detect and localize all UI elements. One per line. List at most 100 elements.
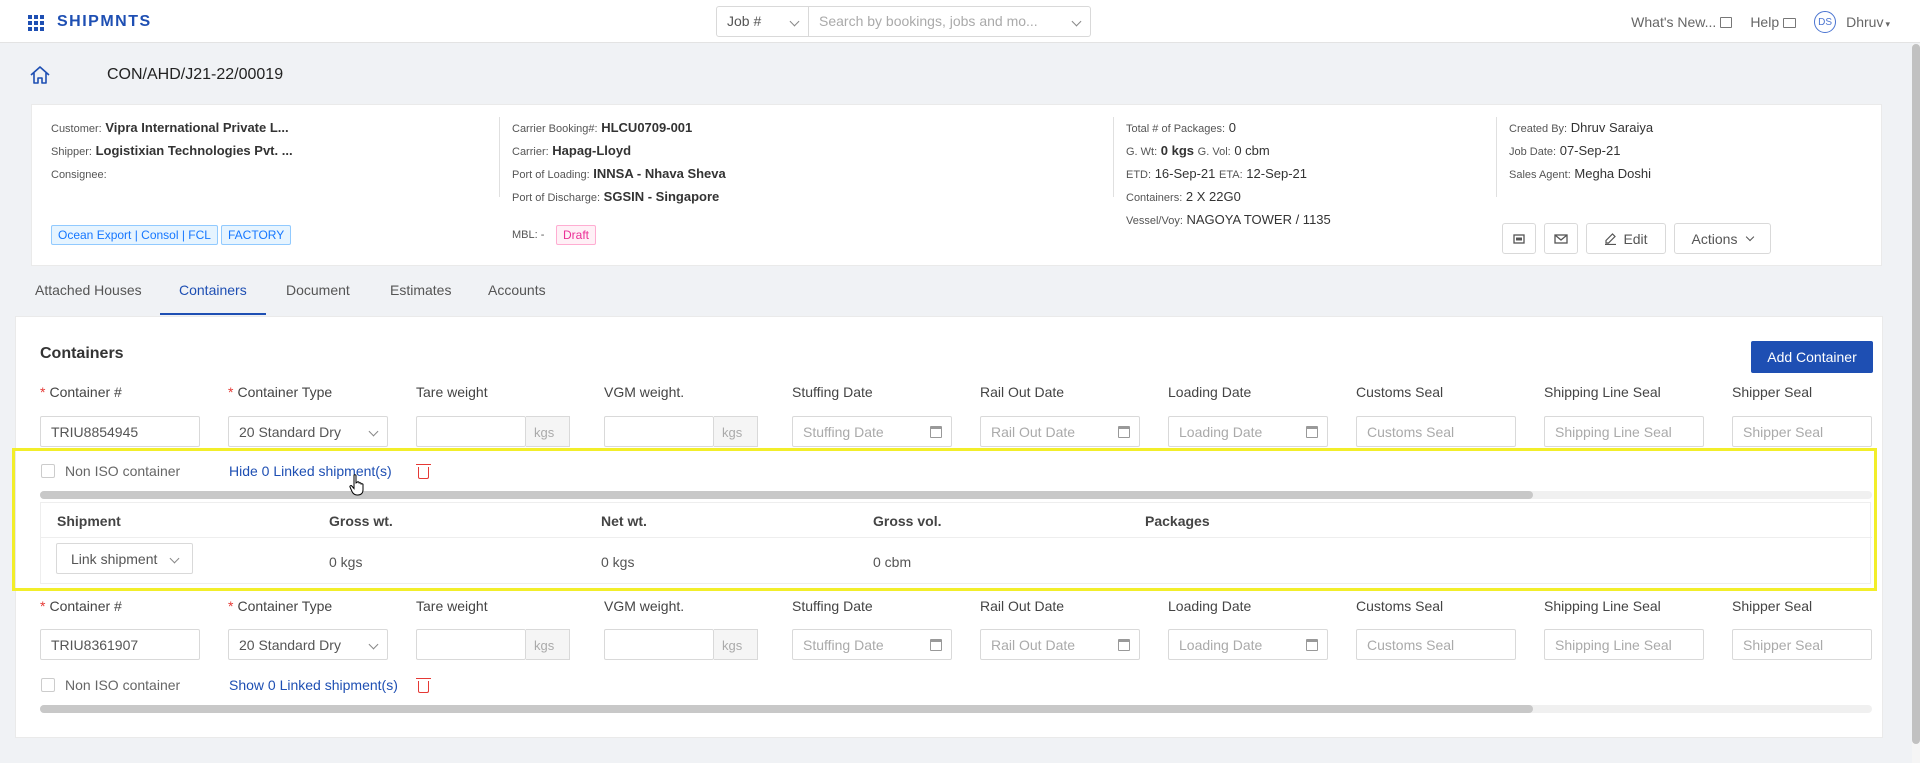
tare-weight-input[interactable] — [416, 416, 526, 447]
shipping-line-seal-input[interactable]: Shipping Line Seal — [1544, 416, 1704, 447]
chat-button[interactable] — [1502, 223, 1536, 254]
hand-cursor-icon — [349, 474, 364, 496]
user-menu[interactable]: Dhruv ▾ — [1846, 14, 1890, 30]
non-iso-checkbox-row[interactable]: Non ISO container — [41, 677, 180, 693]
job-date-label: Job Date: — [1509, 146, 1557, 158]
packages-label: Total # of Packages: — [1126, 123, 1226, 135]
job-tabs: Attached Houses Containers Document Esti… — [0, 270, 1920, 315]
loading-date-input[interactable]: Loading Date — [1168, 416, 1328, 447]
tab-accounts[interactable]: Accounts — [488, 282, 546, 298]
eta-value: 12-Sep-21 — [1246, 166, 1308, 181]
header-stuffing-date: Stuffing Date — [792, 384, 873, 400]
pod-value: SGSIN - Singapore — [603, 189, 720, 204]
divider — [1113, 117, 1114, 197]
search-input[interactable]: Search by bookings, jobs and mo... — [809, 6, 1091, 37]
calendar-icon — [1118, 639, 1130, 651]
linked-shipments-table: Shipment Gross wt. Net wt. Gross vol. Pa… — [40, 502, 1872, 584]
tab-estimates[interactable]: Estimates — [390, 282, 451, 298]
shipper-seal-input[interactable]: Shipper Seal — [1732, 416, 1872, 447]
scrollbar-thumb[interactable] — [40, 491, 1533, 499]
non-iso-checkbox-row[interactable]: Non ISO container — [41, 463, 180, 479]
container-type-select[interactable]: 20 Standard Dry — [228, 629, 388, 660]
delete-icon[interactable] — [416, 678, 431, 693]
containers-value: 2 X 22G0 — [1185, 189, 1241, 204]
customs-seal-input[interactable]: Customs Seal — [1356, 416, 1516, 447]
avatar[interactable]: DS — [1814, 11, 1837, 33]
shipper-seal-input[interactable]: Shipper Seal — [1732, 629, 1872, 660]
email-button[interactable] — [1544, 223, 1578, 254]
toggle-linked-shipments-link[interactable]: Hide 0 Linked shipment(s) — [229, 463, 392, 479]
calendar-icon — [1118, 426, 1130, 438]
edit-label: Edit — [1623, 230, 1648, 247]
container-number-input[interactable]: TRIU8361907 — [40, 629, 200, 660]
non-iso-checkbox[interactable] — [41, 678, 55, 692]
header-container-no: * Container # — [40, 384, 122, 400]
customs-seal-input[interactable]: Customs Seal — [1356, 629, 1516, 660]
chat-icon — [1783, 18, 1797, 28]
rail-out-date-input[interactable]: Rail Out Date — [980, 629, 1140, 660]
chevron-down-icon — [368, 639, 379, 650]
vgm-weight-input[interactable] — [604, 416, 714, 447]
whats-new-link[interactable]: What's New... — [1631, 14, 1733, 30]
job-date-value: 07-Sep-21 — [1559, 143, 1621, 158]
page-scrollbar-thumb[interactable] — [1912, 44, 1920, 744]
home-icon[interactable] — [29, 65, 51, 85]
header-tare-weight: Tare weight — [416, 598, 488, 614]
col-header-gross-wt: Gross wt. — [329, 513, 393, 529]
loading-date-input[interactable]: Loading Date — [1168, 629, 1328, 660]
link-shipment-select[interactable]: Link shipment — [56, 543, 193, 574]
tab-attached-houses[interactable]: Attached Houses — [35, 282, 142, 298]
factory-tag: FACTORY — [221, 225, 292, 245]
col-header-net-wt: Net wt. — [601, 513, 647, 529]
divider — [1496, 117, 1497, 197]
packages-value: 0 — [1228, 120, 1236, 135]
scrollbar-thumb[interactable] — [40, 705, 1533, 713]
search-filter-select[interactable]: Job # — [716, 6, 809, 37]
help-link[interactable]: Help — [1750, 14, 1797, 30]
delete-icon[interactable] — [416, 464, 431, 479]
non-iso-checkbox[interactable] — [41, 464, 55, 478]
created-by-label: Created By: — [1509, 123, 1568, 135]
apps-grid-icon[interactable] — [28, 15, 44, 31]
chevron-down-icon — [1071, 16, 1082, 27]
customer-value[interactable]: Vipra International Private L... — [105, 120, 288, 135]
consignee-label: Consignee: — [51, 169, 107, 181]
shipper-value[interactable]: Logistixian Technologies Pvt. ... — [96, 143, 293, 158]
calendar-icon — [930, 426, 942, 438]
carrier-booking-value: HLCU0709-001 — [601, 120, 693, 135]
calendar-icon — [1306, 426, 1318, 438]
divider — [41, 537, 1872, 538]
toggle-linked-shipments-link[interactable]: Show 0 Linked shipment(s) — [229, 677, 398, 693]
rail-out-date-input[interactable]: Rail Out Date — [980, 416, 1140, 447]
status-badge: Draft — [556, 225, 597, 245]
header-tare-weight: Tare weight — [416, 384, 488, 400]
edit-button[interactable]: Edit — [1586, 223, 1666, 254]
tab-document[interactable]: Document — [286, 282, 350, 298]
pol-value: INNSA - Nhava Sheva — [593, 166, 726, 181]
header-container-no: * Container # — [40, 598, 122, 614]
stuffing-date-input[interactable]: Stuffing Date — [792, 416, 952, 447]
brand-logo[interactable]: SHIPMNTS — [57, 13, 152, 31]
add-container-button[interactable]: Add Container — [1751, 341, 1873, 373]
etd-label: ETD: — [1126, 169, 1152, 181]
col-header-gross-vol: Gross vol. — [873, 513, 942, 529]
actions-button[interactable]: Actions — [1674, 223, 1771, 254]
container-type-select[interactable]: 20 Standard Dry — [228, 416, 388, 447]
tare-unit: kgs — [526, 629, 570, 660]
vgm-unit: kgs — [714, 416, 758, 447]
created-by-value: Dhruv Saraiya — [1570, 120, 1654, 135]
cargo-column: Total # of Packages: 0 G. Wt: 0 kgs G. V… — [1126, 117, 1331, 232]
meta-column: Created By: Dhruv Saraiya Job Date: 07-S… — [1509, 117, 1653, 186]
carrier-column: Carrier Booking#: HLCU0709-001 Carrier: … — [512, 117, 726, 209]
tab-containers[interactable]: Containers — [179, 282, 247, 298]
stuffing-date-input[interactable]: Stuffing Date — [792, 629, 952, 660]
container-number-input[interactable]: TRIU8854945 — [40, 416, 200, 447]
mbl-label: MBL: — [512, 229, 538, 241]
tare-weight-input[interactable] — [416, 629, 526, 660]
vgm-weight-input[interactable] — [604, 629, 714, 660]
header-shipper-seal: Shipper Seal — [1732, 384, 1813, 400]
header-rail-out-date: Rail Out Date — [980, 598, 1065, 614]
header-vgm-weight: VGM weight. — [604, 598, 685, 614]
panel-title: Containers — [40, 345, 124, 362]
shipping-line-seal-input[interactable]: Shipping Line Seal — [1544, 629, 1704, 660]
